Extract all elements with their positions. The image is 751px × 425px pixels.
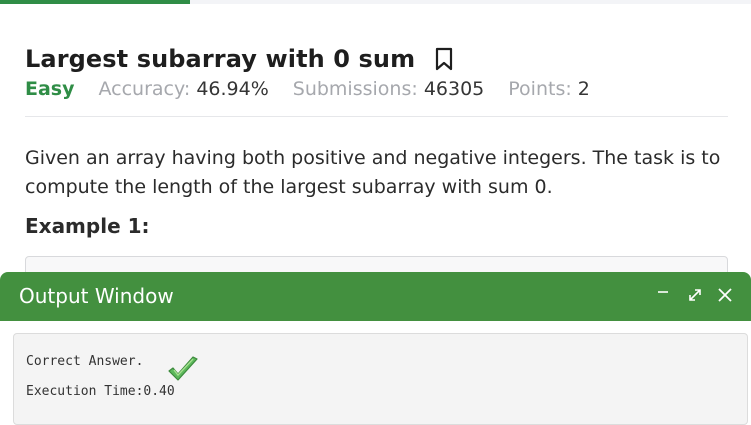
header-divider (25, 116, 728, 117)
points-value: 2 (577, 78, 590, 100)
submissions-stat: Submissions: 46305 (293, 78, 485, 100)
bookmark-icon[interactable] (433, 46, 455, 72)
example-heading: Example 1: (25, 214, 150, 238)
expand-icon[interactable] (684, 282, 706, 308)
output-window: Output Window Correct Answer. Execution … (0, 272, 751, 425)
output-panel: Correct Answer. Execution Time:0.40 (13, 333, 748, 425)
difficulty-badge: Easy (25, 78, 75, 100)
points-label: Points: (508, 78, 572, 100)
points-stat: Points: 2 (508, 78, 590, 100)
output-window-title: Output Window (19, 284, 174, 308)
problem-header: Largest subarray with 0 sum Easy Accurac… (25, 42, 728, 100)
execution-time: Execution Time:0.40 (26, 384, 175, 399)
accuracy-label: Accuracy: (98, 78, 191, 100)
problem-description: Given an array having both positive and … (25, 147, 721, 198)
accuracy-value: 46.94% (196, 78, 269, 100)
close-icon[interactable] (714, 282, 736, 308)
top-progress-bar (0, 0, 190, 4)
checkmark-icon (166, 354, 200, 386)
submissions-label: Submissions: (292, 78, 418, 100)
output-titlebar[interactable]: Output Window (0, 272, 751, 321)
result-text: Correct Answer. (26, 354, 144, 369)
submissions-value: 46305 (423, 78, 485, 100)
problem-title: Largest subarray with 0 sum (25, 45, 416, 73)
accuracy-stat: Accuracy: 46.94% (99, 78, 269, 100)
problem-meta: Easy Accuracy: 46.94% Submissions: 46305… (25, 78, 728, 100)
minimize-icon[interactable] (652, 282, 674, 308)
title-row: Largest subarray with 0 sum (25, 42, 728, 76)
